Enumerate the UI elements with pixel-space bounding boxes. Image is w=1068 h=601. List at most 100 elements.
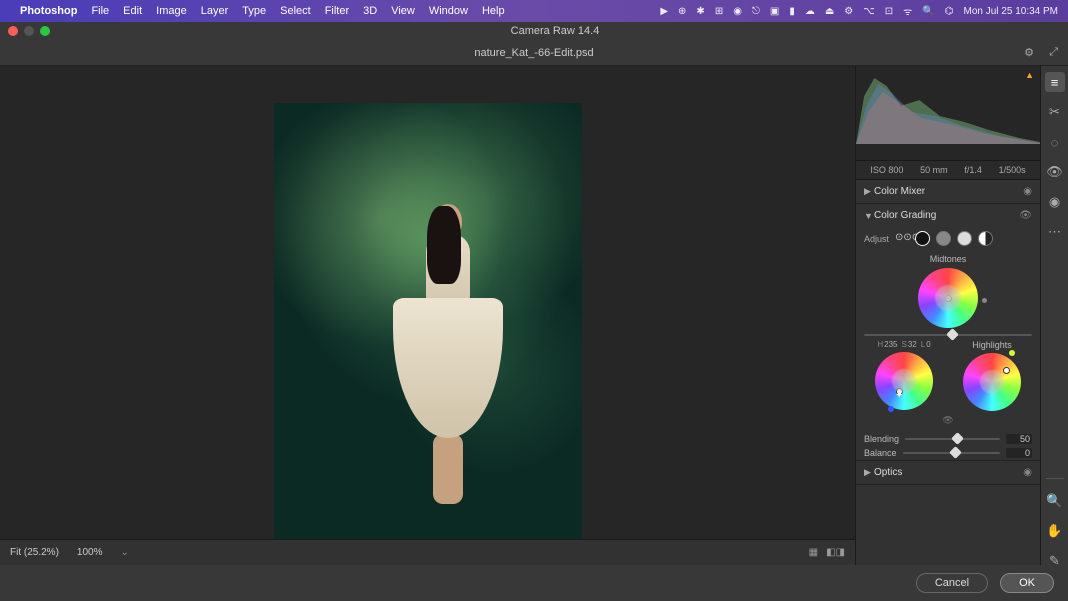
ok-button[interactable]: OK — [1000, 573, 1054, 593]
edit-panel: ▲ ISO 800 50 mm f/1.4 1/500s ▶ Color Mix… — [855, 66, 1040, 601]
exif-iso: ISO 800 — [870, 165, 903, 175]
highlights-label: Highlights — [972, 340, 1012, 350]
camera-raw-window: Camera Raw 14.4 nature_Kat_-66-Edit.psd … — [0, 22, 1068, 601]
menu-image[interactable]: Image — [156, 5, 187, 17]
link-visibility-icon[interactable]: 👁 — [856, 415, 1040, 426]
exif-aperture: f/1.4 — [964, 165, 982, 175]
status-icon: ⊕ — [678, 6, 686, 17]
menu-file[interactable]: File — [91, 5, 109, 17]
photo-preview — [274, 103, 582, 564]
visibility-icon[interactable]: 👁 — [1019, 210, 1032, 221]
hand-tool-icon[interactable]: ✋ — [1045, 521, 1065, 541]
chevron-down-icon: ▼ — [864, 211, 874, 221]
section-header-color-grading[interactable]: ▼ Color Grading 👁 — [856, 204, 1040, 227]
menu-layer[interactable]: Layer — [201, 5, 229, 17]
dialog-footer: Cancel OK — [0, 565, 1068, 601]
window-title: Camera Raw 14.4 — [50, 25, 1060, 37]
wifi-icon[interactable]: ᯤ — [903, 4, 912, 18]
canvas-footer: Fit (25.2%) 100% ⌄ ▦ ◧◨ — [0, 539, 855, 565]
status-icon: ▣ — [770, 6, 779, 17]
control-center-icon[interactable]: ⌬ — [945, 6, 954, 17]
midtones-luminance-dot[interactable] — [982, 298, 987, 303]
highlights-color-wheel[interactable] — [963, 353, 1021, 411]
visibility-icon[interactable]: ◉ — [1023, 186, 1032, 197]
menu-edit[interactable]: Edit — [123, 5, 142, 17]
section-title: Color Grading — [874, 210, 936, 221]
blending-row: Blending 50 — [856, 432, 1040, 446]
section-color-mixer[interactable]: ▶ Color Mixer ◉ — [856, 180, 1040, 204]
three-way-icon[interactable]: ⊙⊙⊙ — [895, 232, 909, 246]
midtones-indicator[interactable] — [945, 295, 952, 302]
redeye-tool-icon[interactable]: ◉ — [1045, 192, 1065, 212]
window-minimize-button[interactable] — [24, 26, 34, 36]
settings-icon[interactable]: ⚙ — [1024, 46, 1034, 59]
menu-view[interactable]: View — [391, 5, 415, 17]
window-close-button[interactable] — [8, 26, 18, 36]
global-toggle[interactable] — [978, 231, 993, 246]
midtones-label: Midtones — [856, 252, 1040, 266]
adjust-mode-row: Adjust ⊙⊙⊙ — [856, 227, 1040, 252]
right-toolstrip: ≡ ✂ ◌ 👁 ◉ ⋯ 🔍 ✋ ✎ ⊞ — [1040, 66, 1068, 601]
titlebar: Camera Raw 14.4 — [0, 22, 1068, 40]
shadows-hsl-readout: H235 S32 L0 — [877, 340, 930, 349]
more-icon[interactable]: ⋯ — [1045, 222, 1065, 242]
status-icon: ◉ — [733, 6, 742, 17]
search-icon[interactable]: 🔍 — [922, 6, 934, 17]
before-after-single-icon[interactable]: ▦ — [809, 547, 818, 558]
exif-focal: 50 mm — [920, 165, 948, 175]
cancel-button[interactable]: Cancel — [916, 573, 988, 593]
menu-window[interactable]: Window — [429, 5, 468, 17]
shadows-edge-dot[interactable] — [888, 406, 894, 412]
balance-value[interactable]: 0 — [1006, 448, 1032, 458]
chevron-right-icon: ▶ — [864, 467, 874, 478]
zoom-dropdown-icon[interactable]: ⌄ — [120, 547, 128, 558]
status-icon: ⏏ — [825, 6, 834, 17]
clipping-warning-icon[interactable]: ▲ — [1025, 70, 1034, 80]
menu-filter[interactable]: Filter — [325, 5, 349, 17]
zoom-100[interactable]: 100% — [77, 547, 103, 558]
blending-value[interactable]: 50 — [1006, 434, 1032, 444]
midtones-toggle[interactable] — [936, 231, 951, 246]
visibility-icon[interactable]: ◉ — [1023, 467, 1032, 478]
balance-row: Balance 0 — [856, 446, 1040, 460]
menu-select[interactable]: Select — [280, 5, 311, 17]
traffic-lights — [8, 26, 50, 36]
zoom-tool-icon[interactable]: 🔍 — [1045, 491, 1065, 511]
cursor-icon: ✦ — [895, 390, 909, 404]
clock[interactable]: Mon Jul 25 10:34 PM — [964, 6, 1059, 17]
window-zoom-button[interactable] — [40, 26, 50, 36]
status-icon: ⌥ — [863, 6, 875, 17]
menu-help[interactable]: Help — [482, 5, 505, 17]
highlights-toggle[interactable] — [957, 231, 972, 246]
before-after-split-icon[interactable]: ◧◨ — [826, 547, 845, 558]
menu-type[interactable]: Type — [242, 5, 266, 17]
fullscreen-icon[interactable]: ⤢ — [1049, 46, 1058, 59]
balance-slider[interactable] — [903, 452, 1000, 454]
midtones-color-wheel[interactable] — [918, 268, 978, 328]
exif-shutter: 1/500s — [999, 165, 1026, 175]
heal-tool-icon[interactable]: ◌ — [1045, 132, 1065, 152]
blending-slider[interactable] — [905, 438, 1000, 440]
chevron-right-icon: ▶ — [864, 186, 874, 197]
menu-3d[interactable]: 3D — [363, 5, 377, 17]
highlights-edge-dot[interactable] — [1009, 350, 1015, 356]
status-icon: ⊞ — [715, 6, 723, 17]
mask-tool-icon[interactable]: 👁 — [1045, 162, 1065, 182]
adjust-label: Adjust — [864, 234, 889, 244]
blending-label: Blending — [864, 434, 899, 444]
section-optics[interactable]: ▶ Optics ◉ — [856, 461, 1040, 485]
highlights-indicator[interactable] — [1003, 367, 1010, 374]
status-icon: ✱ — [696, 6, 704, 17]
histogram[interactable]: ▲ — [856, 66, 1040, 161]
midtones-luminance-slider[interactable] — [864, 334, 1032, 336]
edit-tool-icon[interactable]: ≡ — [1045, 72, 1065, 92]
filename: nature_Kat_-66-Edit.psd — [474, 47, 593, 59]
crop-tool-icon[interactable]: ✂ — [1045, 102, 1065, 122]
section-color-grading: ▼ Color Grading 👁 Adjust ⊙⊙⊙ Midtones — [856, 204, 1040, 461]
app-name[interactable]: Photoshop — [20, 5, 77, 17]
zoom-fit[interactable]: Fit (25.2%) — [10, 547, 59, 558]
image-canvas[interactable] — [0, 66, 855, 601]
shadows-color-wheel[interactable]: ✦ — [875, 352, 933, 410]
shadows-toggle[interactable] — [915, 231, 930, 246]
status-icon: ⚙ — [844, 6, 853, 17]
